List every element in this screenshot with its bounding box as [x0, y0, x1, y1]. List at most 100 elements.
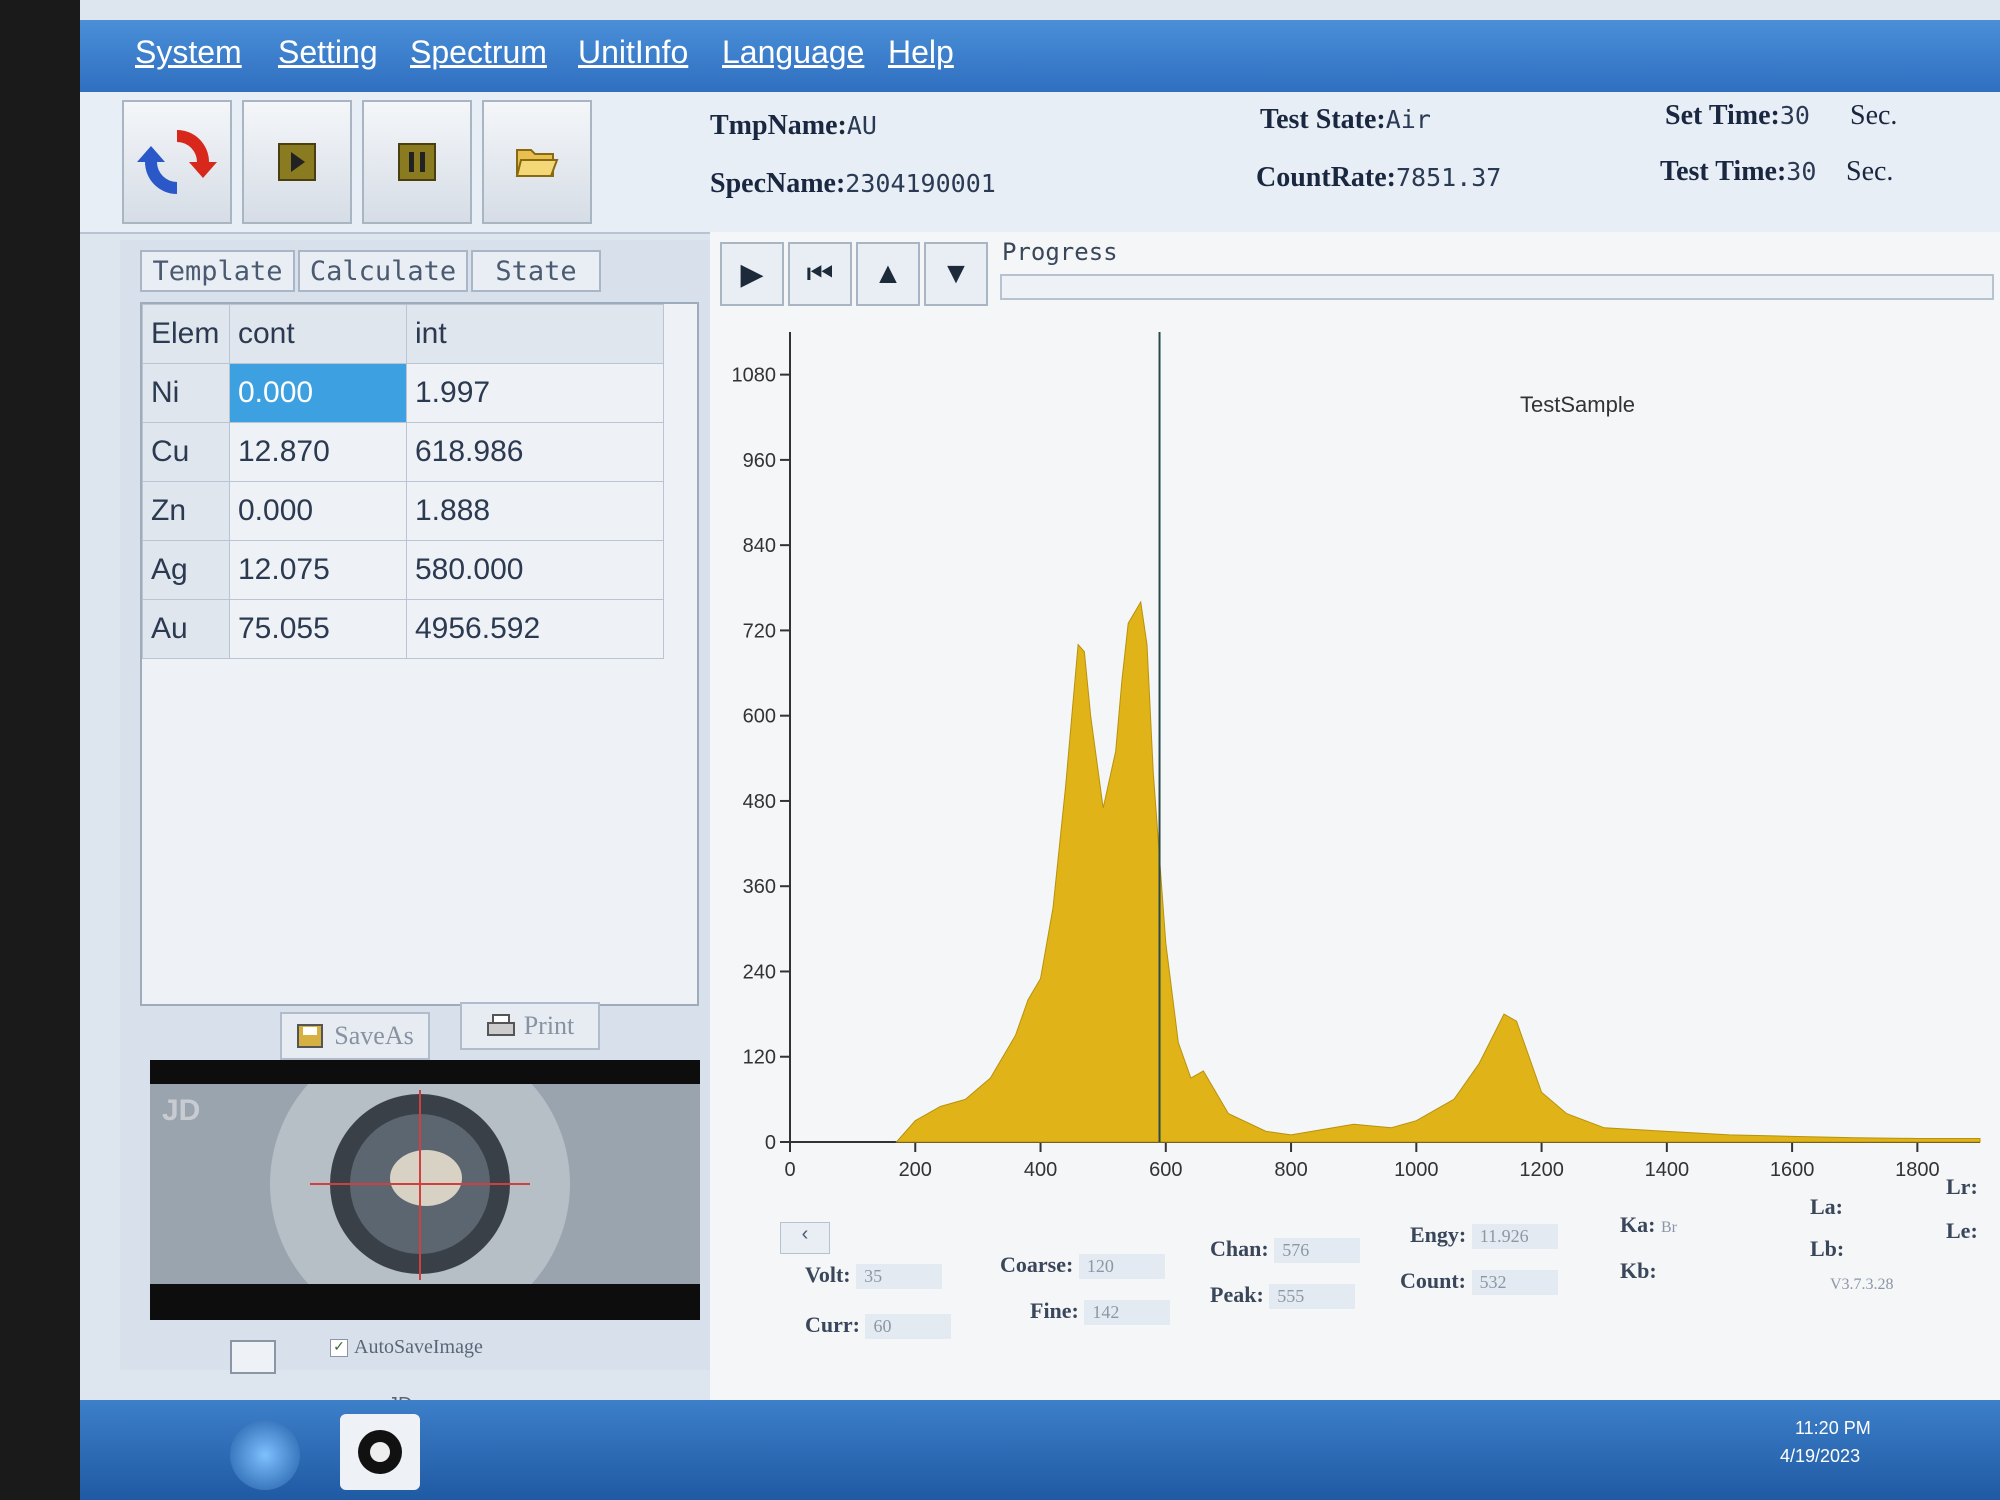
start-orb-icon[interactable]	[230, 1420, 300, 1490]
cont-cell[interactable]: 12.075	[229, 540, 407, 600]
fine-field: Fine: 142	[1030, 1298, 1171, 1325]
lr-field: Lr:	[1946, 1174, 1978, 1199]
elem-cell: Au	[142, 599, 230, 659]
table-row[interactable]: Cu 12.870 618.986	[142, 422, 664, 482]
y-tick-label: 720	[743, 620, 776, 642]
elem-cell: Cu	[142, 422, 230, 482]
spec-name: SpecName:2304190001	[710, 168, 996, 199]
elem-cell: Ag	[142, 540, 230, 600]
y-tick-label: 120	[743, 1047, 776, 1069]
left-panel: Template Calculate State Elem cont int N…	[120, 240, 710, 1374]
coarse-field: Coarse: 120	[1000, 1252, 1165, 1279]
xrf-app-icon	[358, 1430, 402, 1474]
refresh-icon	[137, 130, 217, 194]
nav-down-button[interactable]: ▼	[924, 242, 988, 306]
nav-up-button[interactable]: ▲	[856, 242, 920, 306]
cont-cell[interactable]: 12.870	[229, 422, 407, 482]
progress-bar	[1000, 274, 1994, 300]
tab-calculate[interactable]: Calculate	[298, 250, 468, 292]
stop-button[interactable]	[362, 100, 472, 224]
scroll-left-button[interactable]: ‹	[780, 1222, 830, 1254]
test-time-unit: Sec.	[1846, 156, 1894, 187]
checkbox-check-icon: ✓	[330, 1338, 348, 1357]
toolbar: TmpName:AU SpecName:2304190001 Test Stat…	[80, 92, 2000, 234]
volt-field: Volt: 35	[805, 1262, 943, 1289]
spectrum-chart[interactable]: TestSample 0 120 240 360 480 600 720 840 960 1080…	[710, 312, 2000, 1232]
tab-template[interactable]: Template	[140, 250, 295, 292]
menu-unitinfo[interactable]: UnitInfo	[578, 34, 688, 71]
stop-icon	[398, 143, 436, 181]
results-table: Elem cont int Ni 0.000 1.997 Cu 12.870 6…	[142, 304, 664, 659]
y-tick-label: 1080	[732, 365, 777, 387]
app-window: System Setting Spectrum UnitInfo Languag…	[80, 0, 2000, 1500]
chevron-left-icon: ‹	[801, 1223, 809, 1245]
menu-help[interactable]: Help	[888, 34, 954, 71]
chan-field: Chan: 576	[1210, 1236, 1361, 1263]
y-tick-label: 600	[743, 706, 776, 728]
table-row[interactable]: Au 75.055 4956.592	[142, 599, 664, 659]
set-time-unit: Sec.	[1850, 100, 1898, 131]
camera-overlay-text: JD	[162, 1094, 201, 1127]
menu-setting[interactable]: Setting	[278, 34, 378, 71]
la-field: La:	[1810, 1194, 1843, 1219]
y-tick-label: 960	[743, 450, 776, 472]
arrow-up-icon: ▲	[873, 257, 903, 290]
print-button[interactable]: Print	[460, 1002, 600, 1050]
x-tick-label: 0	[784, 1159, 795, 1181]
elem-cell: Ni	[142, 363, 230, 423]
menu-language[interactable]: Language	[722, 34, 864, 71]
version-label: V3.7.3.28	[1830, 1276, 1894, 1293]
menu-spectrum[interactable]: Spectrum	[410, 34, 547, 71]
cont-cell[interactable]: 0.000	[229, 481, 407, 541]
taskbar: 11:20 PM 4/19/2023	[80, 1400, 2000, 1500]
table-row[interactable]: Ni 0.000 1.997	[142, 363, 664, 423]
print-label: Print	[523, 1011, 575, 1040]
menu-bar: System Setting Spectrum UnitInfo Languag…	[80, 20, 2000, 92]
camera-preview: JD	[150, 1034, 700, 1334]
save-as-button[interactable]: SaveAs	[280, 1012, 430, 1060]
cont-cell[interactable]: 75.055	[229, 599, 407, 659]
y-tick-label: 480	[743, 791, 776, 813]
play-right-icon: ▶	[740, 257, 764, 291]
cont-cell[interactable]: 0.000	[229, 363, 407, 423]
count-field: Count: 532	[1400, 1268, 1558, 1295]
play-icon	[278, 143, 316, 181]
int-cell[interactable]: 1.997	[406, 363, 664, 423]
le-field: Le:	[1946, 1218, 1978, 1243]
y-tick-label: 360	[743, 876, 776, 898]
spectrum-panel: ▶ ⏮ ▲ ▼ Progress TestSample 0 120 240 360 48…	[710, 232, 2000, 1412]
tmp-name: TmpName:AU	[710, 110, 877, 141]
taskbar-app-button[interactable]	[340, 1414, 420, 1490]
set-time: Set Time:30	[1665, 100, 1810, 131]
int-cell[interactable]: 580.000	[406, 540, 664, 600]
x-tick-label: 1600	[1770, 1159, 1815, 1181]
x-tick-label: 1400	[1645, 1159, 1690, 1181]
refresh-button[interactable]	[122, 100, 232, 224]
x-tick-label: 800	[1274, 1159, 1307, 1181]
elem-cell: Zn	[142, 481, 230, 541]
nav-next-button[interactable]: ▶	[720, 242, 784, 306]
nav-first-button[interactable]: ⏮	[788, 242, 852, 306]
sample-image	[150, 1034, 700, 1334]
skip-back-icon: ⏮	[806, 257, 834, 290]
int-cell[interactable]: 4956.592	[406, 599, 664, 659]
int-cell[interactable]: 1.888	[406, 481, 664, 541]
tab-state[interactable]: State	[471, 250, 601, 292]
chart-title: TestSample	[1520, 392, 1635, 417]
table-row[interactable]: Ag 12.075 580.000	[142, 540, 664, 600]
x-tick-label: 1200	[1519, 1159, 1564, 1181]
clock-date[interactable]: 4/19/2023	[1780, 1446, 1860, 1467]
test-state: Test State:Air	[1260, 104, 1431, 135]
save-icon	[297, 1024, 324, 1048]
clock-time[interactable]: 11:20 PM	[1795, 1418, 1871, 1439]
menu-system[interactable]: System	[135, 34, 242, 71]
table-row[interactable]: Zn 0.000 1.888	[142, 481, 664, 541]
open-button[interactable]	[482, 100, 592, 224]
x-tick-label: 400	[1024, 1159, 1057, 1181]
capture-button[interactable]	[230, 1340, 276, 1374]
autosave-checkbox[interactable]: ✓ AutoSaveImage	[330, 1336, 483, 1359]
ka-field: Ka: Br	[1620, 1212, 1677, 1237]
start-button[interactable]	[242, 100, 352, 224]
peak-field: Peak: 555	[1210, 1282, 1356, 1309]
int-cell[interactable]: 618.986	[406, 422, 664, 482]
